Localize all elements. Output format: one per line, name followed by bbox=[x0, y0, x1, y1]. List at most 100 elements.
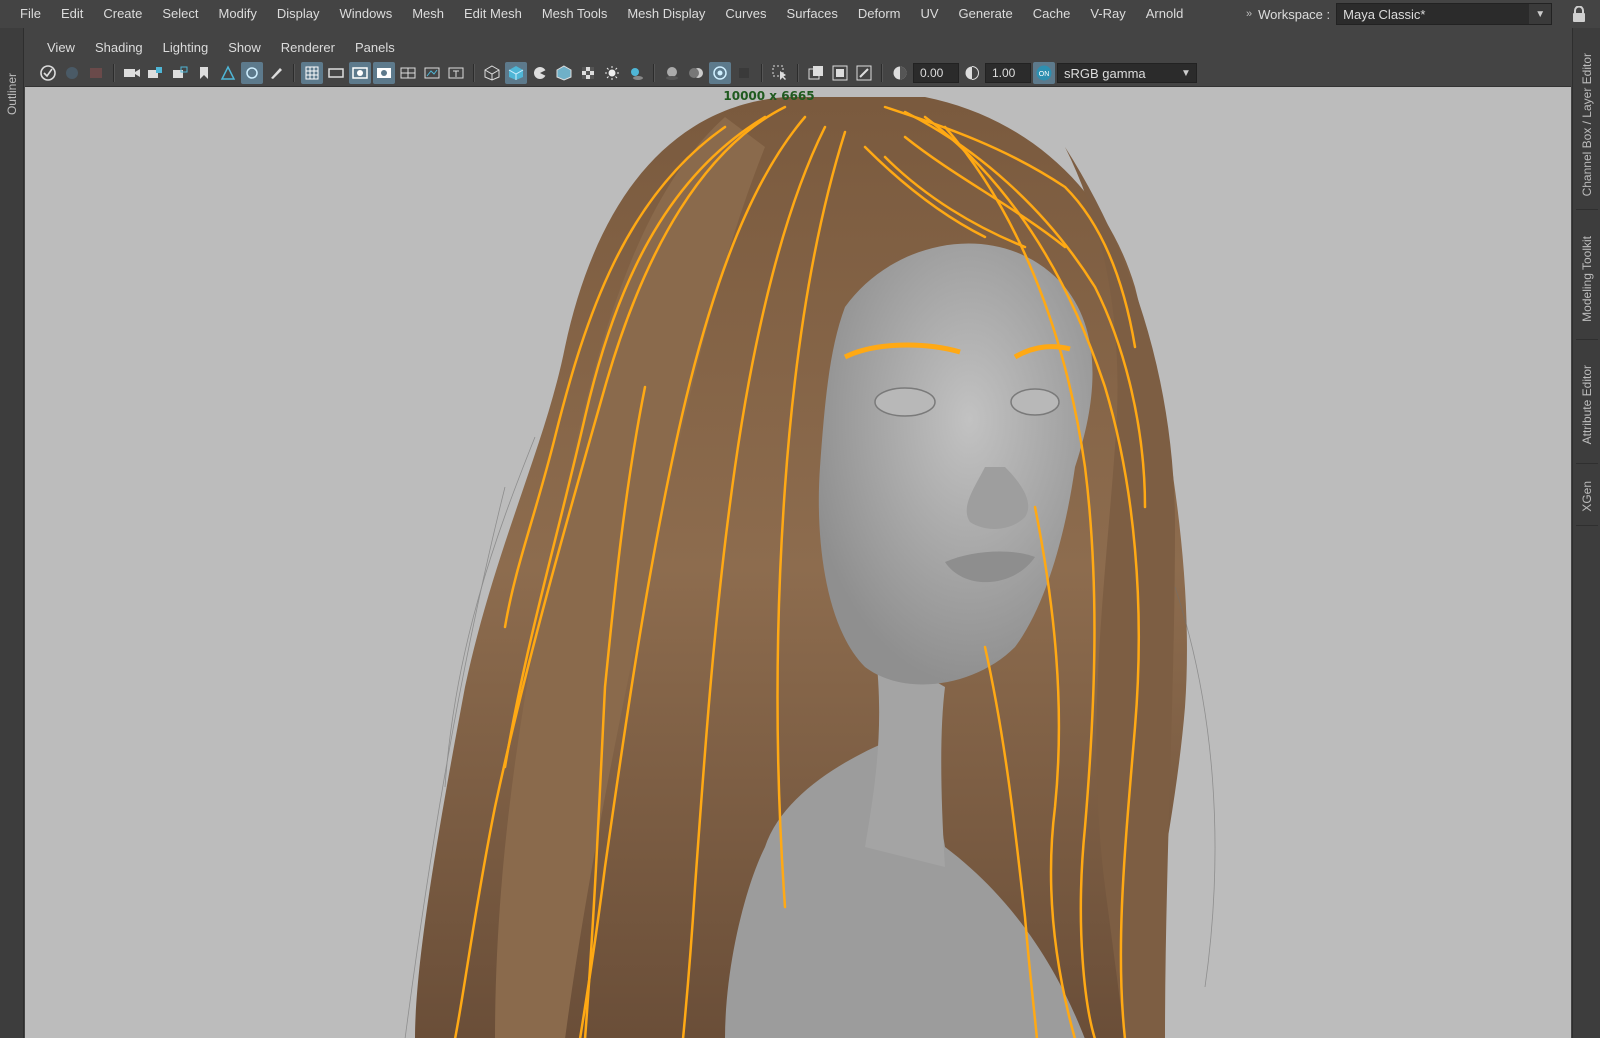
workspace-expand-arrows[interactable]: » bbox=[1246, 8, 1252, 20]
right-dock-strip: Channel Box / Layer Editor Modeling Tool… bbox=[1572, 28, 1600, 1038]
tab-xgen[interactable]: XGen bbox=[1576, 468, 1598, 526]
exposure-field[interactable]: 0.00 bbox=[913, 63, 959, 83]
tab-attribute-editor-label: Attribute Editor bbox=[1580, 364, 1594, 445]
camera-icon[interactable] bbox=[121, 62, 143, 84]
ambient-occlusion-icon[interactable] bbox=[661, 62, 683, 84]
svg-text:ON: ON bbox=[1039, 71, 1050, 78]
menu-item-cache[interactable]: Cache bbox=[1023, 0, 1081, 28]
tab-channel-box-layer-editor[interactable]: Channel Box / Layer Editor bbox=[1576, 40, 1598, 210]
main-menubar: File Edit Create Select Modify Display Windows… bbox=[0, 0, 1600, 28]
chevron-down-icon[interactable]: ▼ bbox=[1176, 64, 1196, 82]
view-transform-value: sRGB gamma bbox=[1064, 65, 1146, 81]
color-management-toggle-icon[interactable]: ON bbox=[1033, 62, 1055, 84]
exposure-icon[interactable] bbox=[889, 62, 911, 84]
lighting-icon[interactable] bbox=[601, 62, 623, 84]
panel-menu-view[interactable]: View bbox=[37, 40, 85, 55]
panel-menu-renderer[interactable]: Renderer bbox=[271, 40, 345, 55]
textured-icon[interactable] bbox=[577, 62, 599, 84]
chevron-down-icon[interactable]: ▼ bbox=[1529, 4, 1552, 24]
motion-blur-icon[interactable] bbox=[685, 62, 707, 84]
xray-active-components-icon[interactable] bbox=[853, 62, 875, 84]
tab-outliner-label: Outliner bbox=[5, 72, 19, 116]
safe-title-icon[interactable] bbox=[445, 62, 467, 84]
tab-modeling-toolkit-label: Modeling Toolkit bbox=[1580, 235, 1594, 322]
hair-model-render bbox=[404, 97, 1216, 1038]
viewport-panel: View Shading Lighting Show Renderer Panels bbox=[25, 34, 1571, 1038]
gamma-field[interactable]: 1.00 bbox=[985, 63, 1031, 83]
tab-outliner[interactable]: Outliner bbox=[2, 46, 22, 142]
lock-camera-icon[interactable] bbox=[145, 62, 167, 84]
gate-mask-icon[interactable] bbox=[373, 62, 395, 84]
menu-item-mesh[interactable]: Mesh bbox=[402, 0, 454, 28]
menu-item-curves[interactable]: Curves bbox=[715, 0, 776, 28]
toolbar-separator bbox=[761, 64, 763, 82]
left-dock-strip: Outliner bbox=[0, 28, 24, 1038]
panel-menu-shading[interactable]: Shading bbox=[85, 40, 153, 55]
use-default-material-icon[interactable] bbox=[529, 62, 551, 84]
xray-joints-icon[interactable] bbox=[829, 62, 851, 84]
menu-item-generate[interactable]: Generate bbox=[949, 0, 1023, 28]
xray-icon[interactable] bbox=[805, 62, 827, 84]
multisample-anti-aliasing-icon[interactable] bbox=[709, 62, 731, 84]
shadows-icon[interactable] bbox=[625, 62, 647, 84]
two-d-pan-zoom-icon[interactable] bbox=[241, 62, 263, 84]
menu-items: File Edit Create Select Modify Display Windows… bbox=[0, 0, 1193, 28]
tab-attribute-editor[interactable]: Attribute Editor bbox=[1576, 346, 1598, 464]
menu-item-deform[interactable]: Deform bbox=[848, 0, 911, 28]
menu-item-v-ray[interactable]: V-Ray bbox=[1080, 0, 1135, 28]
menu-item-display[interactable]: Display bbox=[267, 0, 330, 28]
panel-menubar: View Shading Lighting Show Renderer Panels bbox=[25, 34, 1571, 60]
lock-icon[interactable] bbox=[1572, 6, 1586, 22]
tab-xgen-label: XGen bbox=[1580, 481, 1594, 512]
film-gate-icon[interactable] bbox=[325, 62, 347, 84]
wireframe-icon[interactable] bbox=[481, 62, 503, 84]
viewport-canvas[interactable]: 10000 x 6665 bbox=[25, 86, 1571, 1038]
grease-pencil-icon[interactable] bbox=[265, 62, 287, 84]
view-transform-dropdown[interactable]: sRGB gamma ▼ bbox=[1057, 63, 1197, 83]
toolbar-separator bbox=[473, 64, 475, 82]
bookmark-icon[interactable] bbox=[193, 62, 215, 84]
menu-item-uv[interactable]: UV bbox=[910, 0, 948, 28]
image-plane-icon[interactable] bbox=[217, 62, 239, 84]
panel-menu-lighting[interactable]: Lighting bbox=[153, 40, 219, 55]
tab-modeling-toolkit[interactable]: Modeling Toolkit bbox=[1576, 218, 1598, 340]
workspace-dropdown[interactable]: Maya Classic* ▼ bbox=[1336, 3, 1553, 25]
toolbar-separator bbox=[653, 64, 655, 82]
toolbar-separator bbox=[797, 64, 799, 82]
menu-item-modify[interactable]: Modify bbox=[209, 0, 267, 28]
resolution-gate-icon[interactable] bbox=[349, 62, 371, 84]
isolate-select-icon[interactable] bbox=[769, 62, 791, 84]
menu-item-arnold[interactable]: Arnold bbox=[1136, 0, 1194, 28]
workspace-label: Workspace : bbox=[1258, 6, 1331, 22]
bookmarks-icon[interactable] bbox=[85, 62, 107, 84]
menu-item-surfaces[interactable]: Surfaces bbox=[777, 0, 848, 28]
tab-channel-box-label: Channel Box / Layer Editor bbox=[1580, 52, 1594, 197]
menu-item-create[interactable]: Create bbox=[93, 0, 152, 28]
field-chart-icon[interactable] bbox=[397, 62, 419, 84]
select-camera-icon[interactable] bbox=[37, 62, 59, 84]
resolution-readout: 10000 x 6665 bbox=[723, 89, 815, 103]
menu-item-mesh-display[interactable]: Mesh Display bbox=[617, 0, 715, 28]
toolbar-separator bbox=[113, 64, 115, 82]
menu-item-mesh-tools[interactable]: Mesh Tools bbox=[532, 0, 618, 28]
panel-toolbar: 0.00 1.00 ON sRGB gamma ▼ bbox=[25, 60, 1571, 86]
panel-menu-show[interactable]: Show bbox=[218, 40, 271, 55]
menu-item-edit[interactable]: Edit bbox=[51, 0, 93, 28]
safe-action-icon[interactable] bbox=[421, 62, 443, 84]
camera-attributes-icon[interactable] bbox=[61, 62, 83, 84]
workspace-selector: » Workspace : Maya Classic* ▼ bbox=[1246, 3, 1553, 25]
depth-of-field-icon[interactable] bbox=[733, 62, 755, 84]
smooth-shade-icon[interactable] bbox=[505, 62, 527, 84]
camera-film-gate-icon[interactable] bbox=[169, 62, 191, 84]
wireframe-on-shaded-icon[interactable] bbox=[553, 62, 575, 84]
toolbar-separator bbox=[293, 64, 295, 82]
panel-menu-panels[interactable]: Panels bbox=[345, 40, 405, 55]
gamma-icon[interactable] bbox=[961, 62, 983, 84]
workspace-value: Maya Classic* bbox=[1343, 6, 1426, 22]
toolbar-separator bbox=[881, 64, 883, 82]
menu-item-edit-mesh[interactable]: Edit Mesh bbox=[454, 0, 532, 28]
menu-item-select[interactable]: Select bbox=[152, 0, 208, 28]
grid-icon[interactable] bbox=[301, 62, 323, 84]
menu-item-windows[interactable]: Windows bbox=[329, 0, 402, 28]
menu-item-file[interactable]: File bbox=[10, 0, 51, 28]
